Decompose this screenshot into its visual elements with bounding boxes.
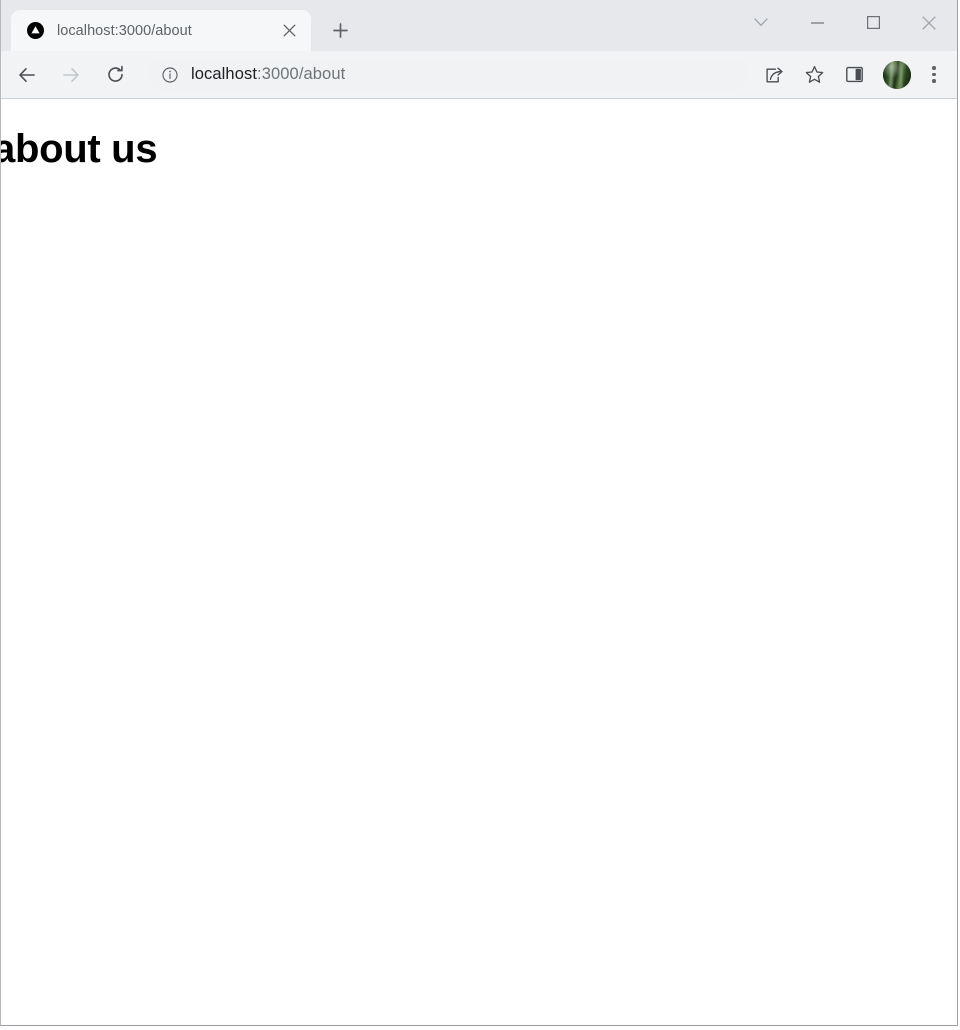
profile-avatar[interactable] <box>883 60 911 89</box>
address-bar-url: localhost:3000/about <box>191 65 345 84</box>
menu-dot <box>932 79 936 83</box>
address-bar-host: localhost <box>191 65 258 83</box>
forward-button[interactable] <box>53 57 89 93</box>
back-button[interactable] <box>9 57 45 93</box>
page-body: about us <box>1 99 957 1025</box>
maximize-button[interactable] <box>845 0 901 45</box>
page-viewport: about us <box>1 99 957 1025</box>
chrome-menu-button[interactable] <box>919 58 949 92</box>
tab-title: localhost:3000/about <box>57 22 192 39</box>
close-tab-button[interactable] <box>276 18 302 44</box>
window-controls <box>733 0 957 45</box>
triangle-in-circle-icon <box>27 22 44 39</box>
info-circle-icon[interactable] <box>161 66 179 84</box>
share-icon[interactable] <box>757 58 791 92</box>
address-bar[interactable]: localhost:3000/about <box>147 57 748 92</box>
menu-dot <box>932 66 936 70</box>
browser-tab[interactable]: localhost:3000/about <box>11 10 311 51</box>
tab-strip: localhost:3000/about <box>1 0 957 51</box>
browser-window: localhost:3000/about localhost:3000/abou… <box>0 0 958 1026</box>
page-title: about us <box>1 127 158 171</box>
avatar-image-highlights <box>883 60 911 89</box>
browser-toolbar: localhost:3000/about <box>1 51 957 99</box>
toolbar-actions <box>754 58 949 92</box>
new-tab-button[interactable] <box>323 13 357 47</box>
menu-dot <box>932 72 936 77</box>
minimize-button[interactable] <box>789 0 845 45</box>
close-window-button[interactable] <box>901 0 957 45</box>
side-panel-icon[interactable] <box>837 58 871 92</box>
tab-search-button[interactable] <box>733 0 789 45</box>
reload-button[interactable] <box>97 57 133 93</box>
star-icon[interactable] <box>797 58 831 92</box>
address-bar-path: :3000/about <box>257 65 346 83</box>
